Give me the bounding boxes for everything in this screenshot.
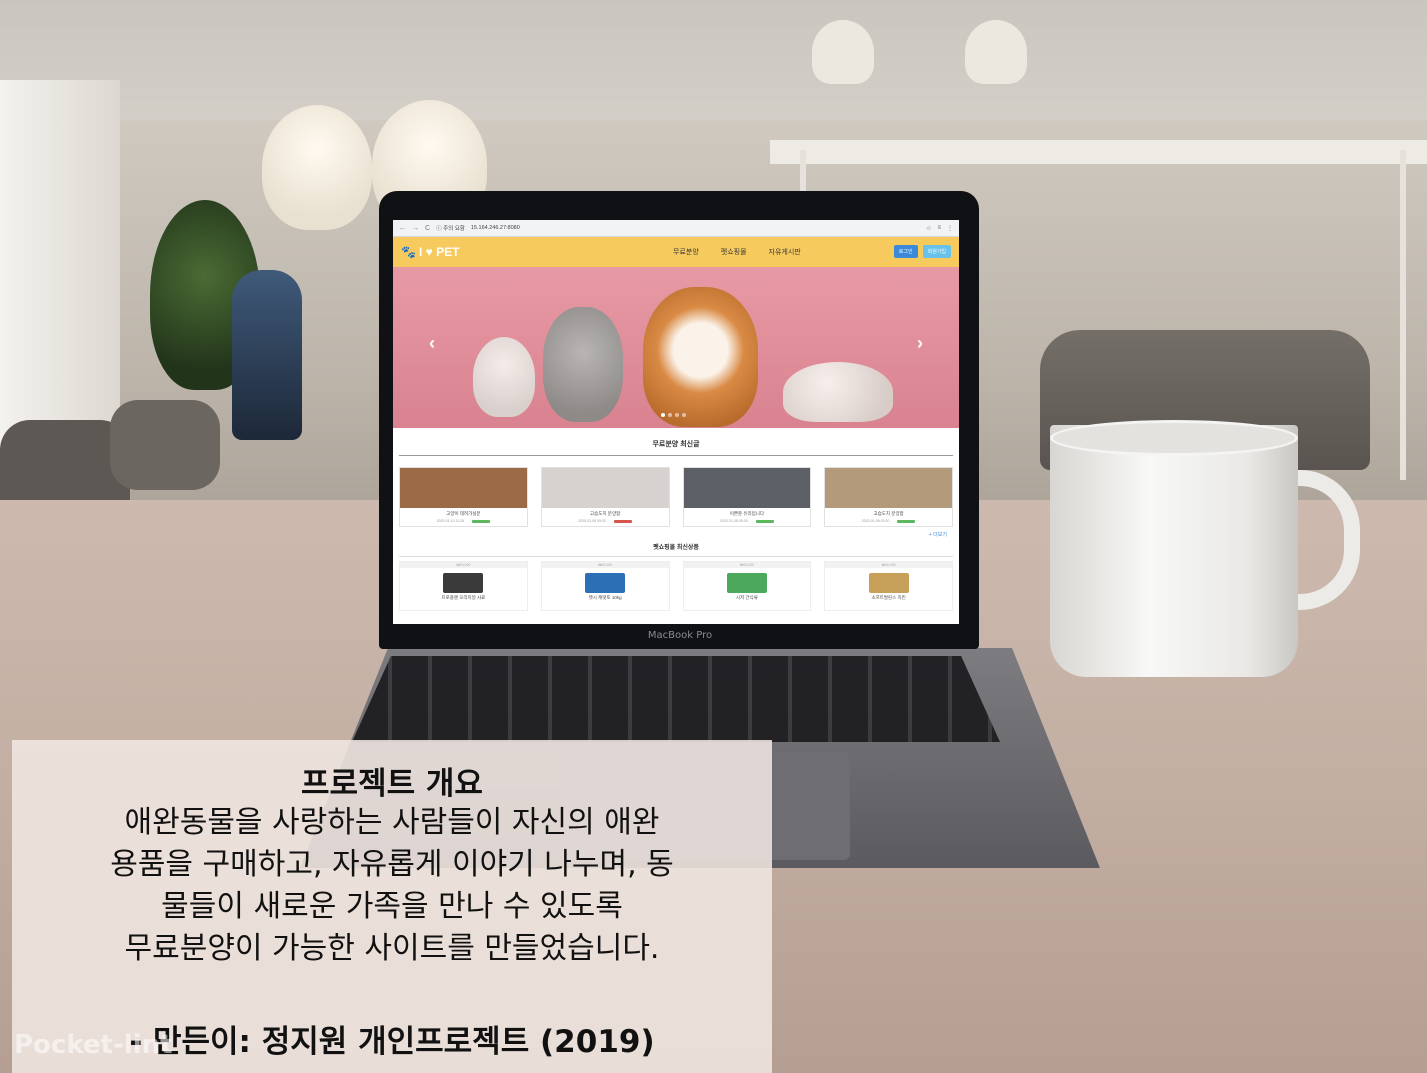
logo-text: I ♥ PET — [418, 245, 460, 259]
address-bar[interactable]: 15.164.246.27:8080 — [471, 225, 520, 231]
adoption-card[interactable]: 고슴도치 분양합 2020-01-08 09:32 — [540, 467, 670, 527]
pendant-lamp — [262, 105, 372, 230]
carousel-dot[interactable] — [682, 413, 686, 417]
armchair — [110, 400, 220, 490]
menu-item-adoption[interactable]: 무료분양 — [673, 247, 699, 257]
carousel-dot[interactable] — [661, 413, 665, 417]
spot-lamp — [812, 20, 874, 84]
site-header: 🐾 I ♥ PET 무료분양 펫쇼핑몰 자유게시판 로그인 회원가입 — [393, 237, 959, 267]
watermark-logo: Pocket-lint — [14, 1030, 173, 1060]
product-price: ₩00,000 — [683, 562, 811, 568]
status-badge — [755, 519, 774, 523]
adoption-card-date: 2020-01-08 05:30 — [720, 519, 748, 523]
shelf-post — [1400, 150, 1406, 480]
adoption-section-title: 무료분양 최신글 — [652, 441, 700, 448]
forward-icon[interactable]: → — [412, 225, 419, 232]
adoption-card-meta: 2020-01-08 05:30 — [684, 519, 811, 523]
coffee-mug — [1050, 425, 1298, 677]
product-price: ₩00,000 — [541, 562, 669, 568]
mug-rim — [1050, 420, 1298, 456]
product-card[interactable]: ₩00,000 소프트발린스 치킨 — [824, 561, 953, 611]
carousel-next-icon[interactable]: › — [917, 333, 923, 354]
product-name: 소프트발린스 치킨 — [871, 595, 906, 600]
caption-line: 물들이 새로운 가족을 만나 수 있도록 — [161, 889, 623, 924]
paw-icon: 🐾 — [401, 245, 416, 259]
product-list: ₩00,000 프로플랜 오리지널 사료 ₩00,000 캣시 캐럿토 10kg ₩00… — [393, 557, 959, 611]
corgi-image — [643, 287, 758, 427]
main-menu: 무료분양 펫쇼핑몰 자유게시판 — [673, 237, 801, 267]
hero-carousel: ‹ › — [393, 267, 959, 428]
carousel-prev-icon[interactable]: ‹ — [429, 333, 435, 354]
cat-image — [473, 337, 535, 417]
adoption-card-meta: 2020-01-08 09:32 — [542, 519, 669, 523]
cat-image — [783, 362, 893, 422]
adoption-thumbnail — [683, 468, 811, 508]
caption-title: 프로젝트 개요 — [301, 766, 483, 802]
bookmark-star-icon[interactable]: ☆ — [926, 225, 931, 232]
product-name: 프로플랜 오리지널 사료 — [441, 595, 486, 600]
adoption-thumbnail — [825, 468, 952, 508]
caption-line: 무료분양이 가능한 사이트를 만들었습니다. — [124, 931, 660, 966]
auth-buttons: 로그인 회원가입 — [893, 245, 951, 258]
adoption-thumbnail — [400, 468, 527, 508]
security-indicator[interactable]: ⓘ 주의 요함 — [436, 224, 465, 232]
adoption-card-title: 고양이 데려가실분 — [446, 511, 481, 516]
back-icon[interactable]: ← — [399, 225, 406, 232]
login-button[interactable]: 로그인 — [893, 245, 918, 258]
browser-menu-icon[interactable]: ⋮ — [947, 225, 953, 232]
product-name: 시저 간식류 — [735, 595, 758, 600]
more-link[interactable]: + 더보기 — [393, 527, 959, 538]
extensions-icon[interactable]: ≡ — [937, 225, 941, 231]
adoption-card-meta: 2020-01-08 03:20 — [825, 519, 952, 523]
adoption-card-title: 이쁜준 유리입니다 — [729, 511, 765, 516]
adoption-card-title: 고슴도치 분양합 — [590, 511, 621, 516]
carousel-indicators[interactable] — [661, 413, 686, 417]
product-image — [726, 573, 767, 593]
menu-item-shop[interactable]: 펫쇼핑몰 — [721, 247, 747, 257]
adoption-card-title: 고슴도치 분양합 — [873, 511, 904, 516]
status-badge — [613, 519, 632, 523]
shop-section-title: 펫쇼핑몰 최신상품 — [653, 545, 699, 551]
product-price: ₩00,000 — [825, 562, 952, 568]
product-image — [868, 573, 909, 593]
shelf — [770, 140, 1427, 164]
adoption-card-date: 2020-01-10 11:26 — [436, 519, 465, 523]
product-image — [443, 573, 484, 593]
join-button[interactable]: 회원가입 — [922, 245, 951, 258]
adoption-card[interactable]: 고양이 데려가실분 2020-01-10 11:26 — [399, 467, 528, 527]
person-seated — [232, 270, 302, 440]
product-card[interactable]: ₩00,000 캣시 캐럿토 10kg — [540, 561, 670, 611]
spot-lamp — [965, 20, 1027, 84]
poodle-image — [543, 307, 623, 422]
laptop-keyboard — [352, 656, 1000, 742]
status-badge — [472, 519, 491, 523]
adoption-card-date: 2020-01-08 03:20 — [861, 519, 890, 523]
adoption-thumbnail — [541, 468, 669, 508]
browser-toolbar: ← → C ⓘ 주의 요함 15.164.246.27:8080 ☆ ≡ ⋮ — [393, 220, 959, 237]
caption-line: 용품을 구매하고, 자유롭게 이야기 나누며, 동 — [110, 847, 674, 882]
product-card[interactable]: ₩00,000 시저 간식류 — [682, 561, 812, 611]
laptop-brand: MacBook Pro — [647, 630, 713, 641]
adoption-card-meta: 2020-01-10 11:26 — [400, 519, 527, 523]
caption-body: 애완동물을 사랑하는 사람들이 자신의 애완 용품을 구매하고, 자유롭게 이야… — [12, 802, 772, 970]
laptop-screen: ← → C ⓘ 주의 요함 15.164.246.27:8080 ☆ ≡ ⋮ 🐾… — [393, 220, 959, 624]
product-price: ₩00,000 — [400, 562, 527, 568]
project-caption-panel: 프로젝트 개요 애완동물을 사랑하는 사람들이 자신의 애완 용품을 구매하고,… — [12, 740, 772, 1073]
site-logo[interactable]: 🐾 I ♥ PET — [401, 245, 459, 259]
caption-line: 애완동물을 사랑하는 사람들이 자신의 애완 — [124, 805, 660, 840]
menu-item-board[interactable]: 자유게시판 — [769, 247, 801, 257]
product-card[interactable]: ₩00,000 프로플랜 오리지널 사료 — [399, 561, 528, 611]
adoption-card-list: 고양이 데려가실분 2020-01-10 11:26 고슴도치 분양합 2020-01… — [393, 456, 959, 527]
status-badge — [897, 519, 916, 523]
carousel-dot[interactable] — [668, 413, 672, 417]
adoption-card[interactable]: 이쁜준 유리입니다 2020-01-08 05:30 — [682, 467, 812, 527]
adoption-card-date: 2020-01-08 09:32 — [578, 519, 606, 523]
adoption-card[interactable]: 고슴도치 분양합 2020-01-08 03:20 — [824, 467, 953, 527]
product-image — [585, 573, 626, 593]
carousel-dot[interactable] — [675, 413, 679, 417]
product-name: 캣시 캐럿토 10kg — [588, 595, 622, 600]
reload-icon[interactable]: C — [425, 225, 430, 232]
